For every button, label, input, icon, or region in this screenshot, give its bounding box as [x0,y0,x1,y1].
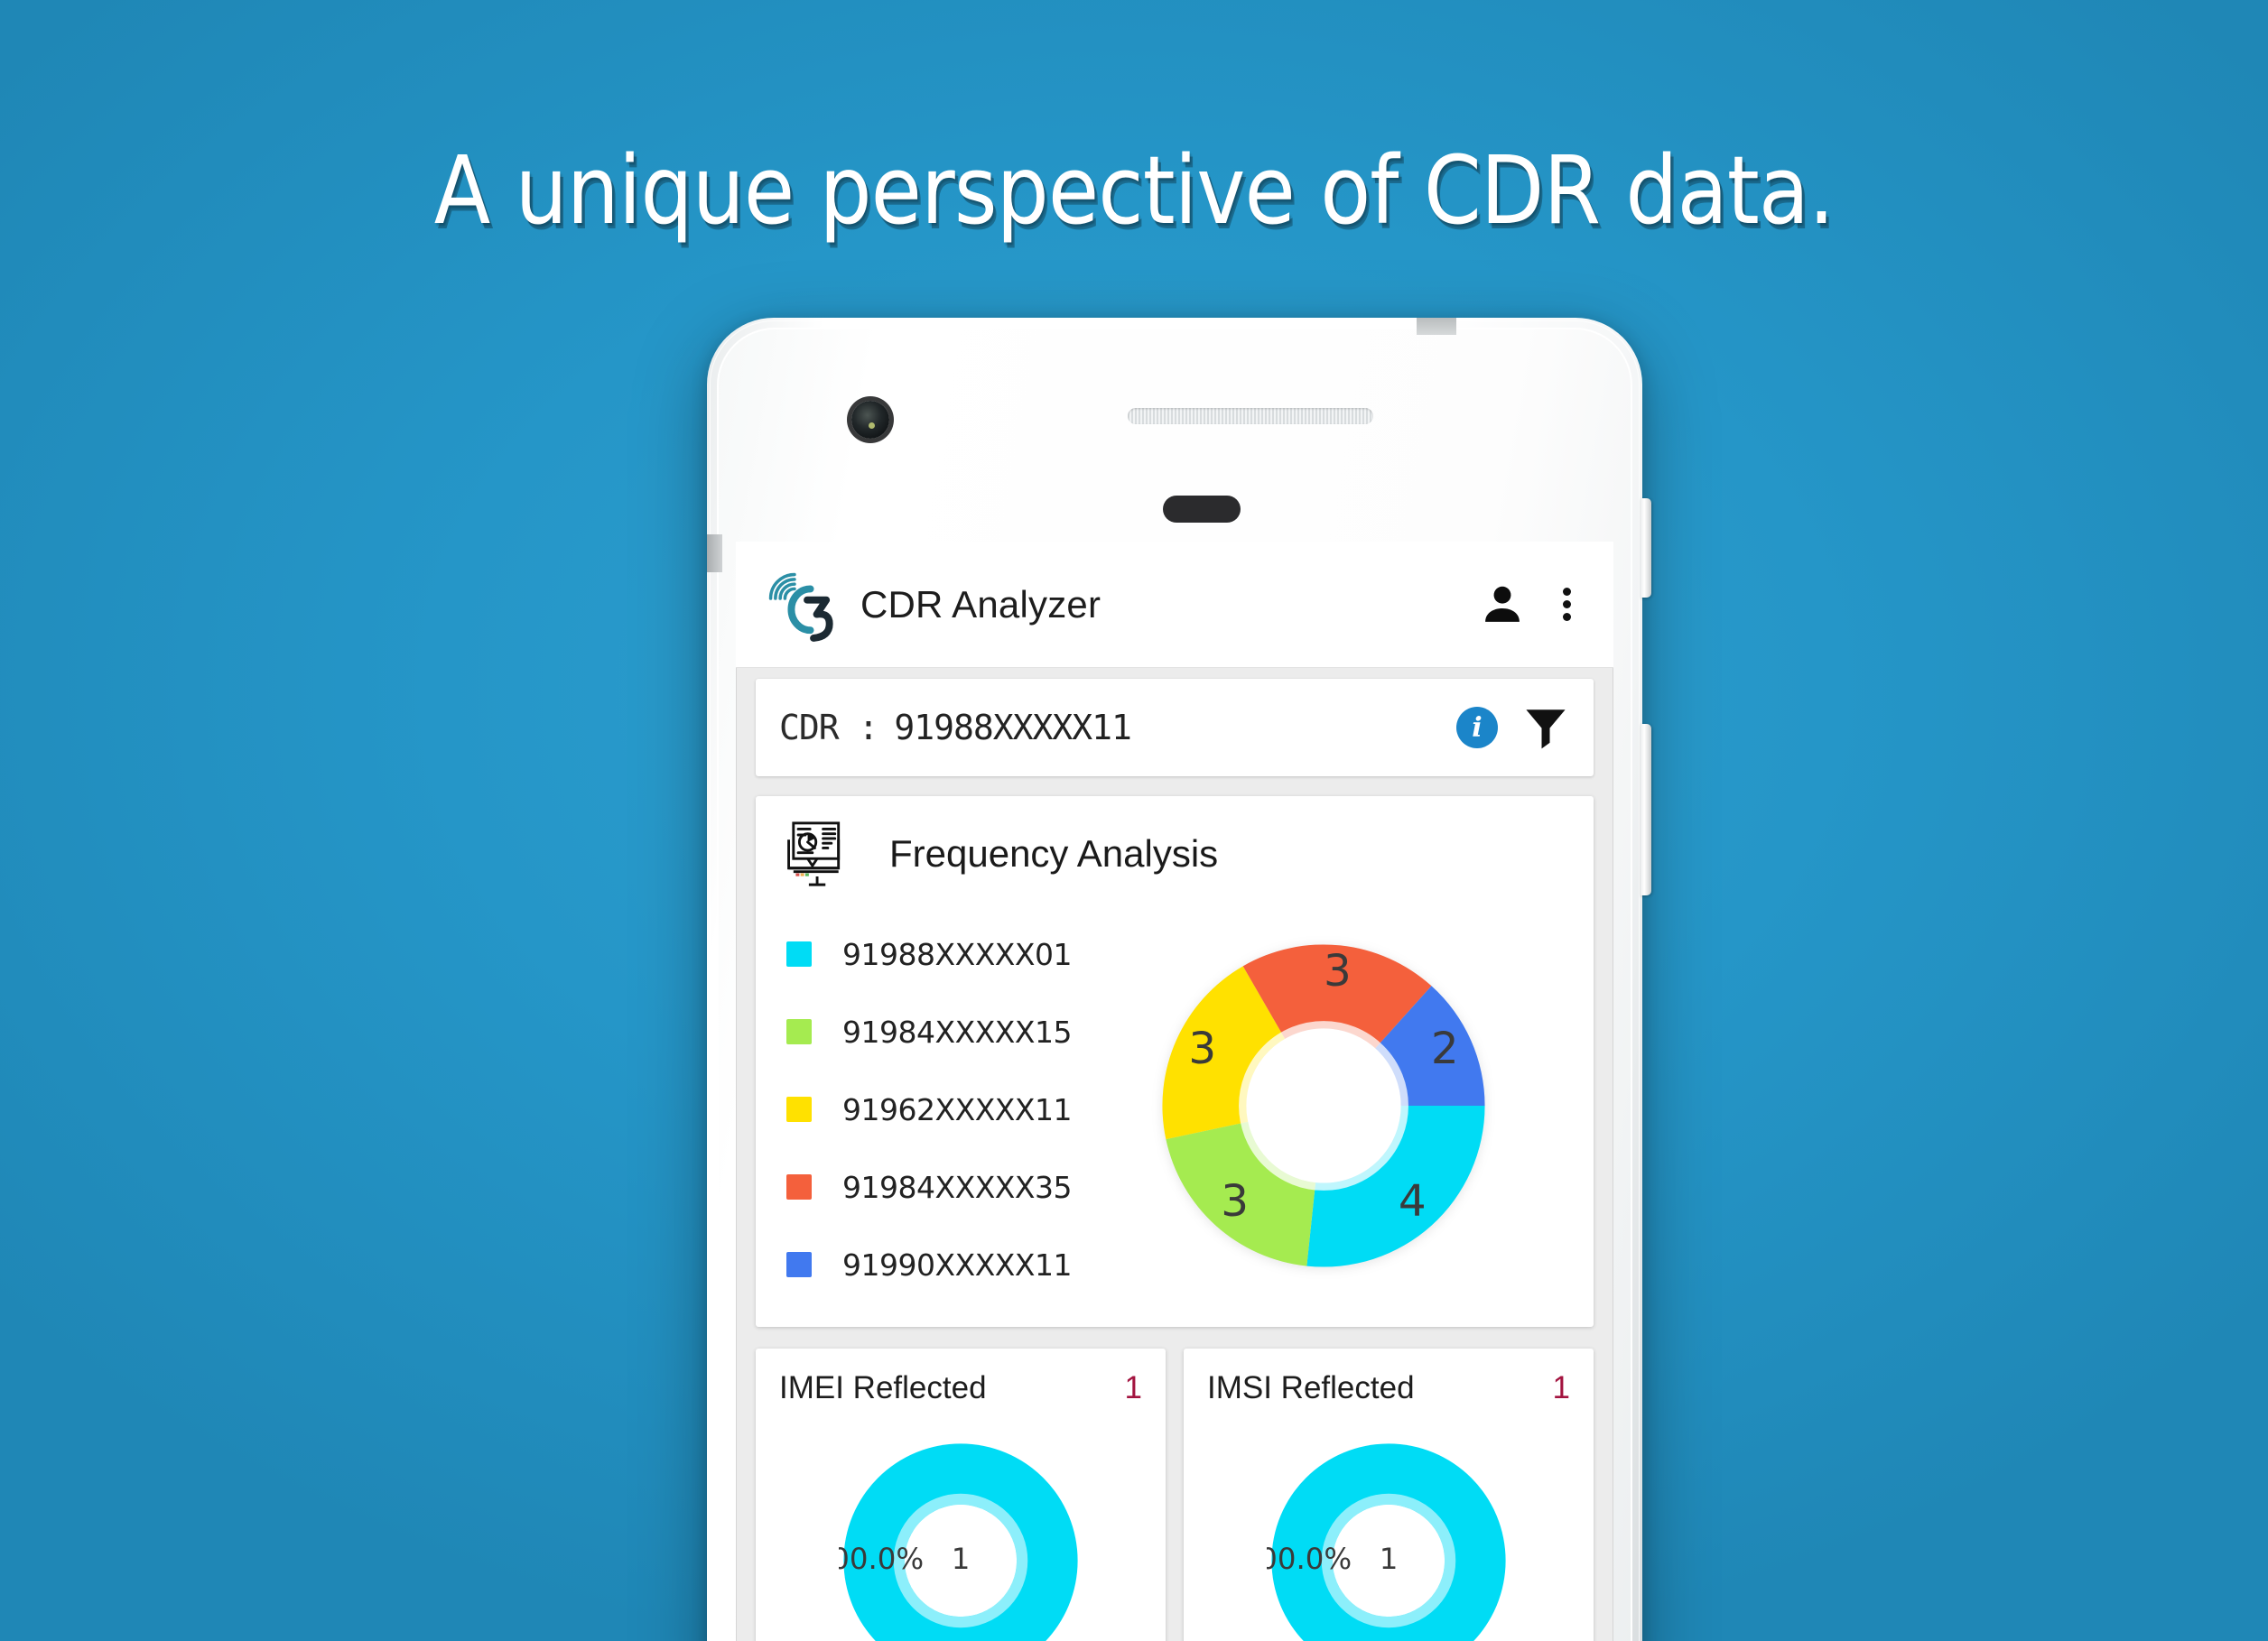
legend-label: 91988XXXXX01 [842,936,1073,972]
imei-percent-label: 100.0% [839,1542,924,1576]
legend-swatch-icon [786,1019,812,1044]
promo-stage: A unique perspective of CDR data. CDR An… [0,0,2268,1641]
legend-swatch-icon [786,1252,812,1277]
cdr-bar-container: CDR : 91988XXXXX11 i [736,668,1613,776]
info-icon[interactable]: i [1456,707,1498,748]
earpiece-speaker [1128,408,1373,424]
donut-slice-label: 2 [1431,1024,1459,1074]
app-title: CDR Analyzer [860,582,1101,626]
legend-swatch-icon [786,941,812,967]
legend-item[interactable]: 91962XXXXX11 [786,1071,1073,1148]
cdr-value[interactable]: 91988XXXXX11 [894,708,1456,747]
person-icon[interactable] [1474,577,1530,633]
imei-reflected-card: IMEI Reflected 1 100.0% 1 [756,1349,1166,1641]
donut-slice-label: 3 [1188,1024,1216,1074]
imei-reflected-title: IMEI Reflected [779,1370,987,1405]
frequency-card-title: Frequency Analysis [889,832,1219,875]
chart-legend: 91988XXXXX01 91984XXXXX15 91962XXXXX11 9… [774,908,1073,1303]
imei-center-label: 1 [952,1542,971,1576]
promo-headline: A unique perspective of CDR data. [433,135,1835,246]
imei-donut-chart[interactable]: 100.0% 1 [813,1439,1083,1641]
cdr-bar[interactable]: CDR : 91988XXXXX11 i [756,679,1594,776]
phone-mockup: CDR Analyzer CDR : 91988XXXXX11 i Freque… [707,318,1651,1641]
proximity-sensor [1163,496,1241,523]
legend-item[interactable]: 91990XXXXX11 [786,1226,1073,1303]
frequency-card-body: 91988XXXXX01 91984XXXXX15 91962XXXXX11 9… [774,908,1576,1303]
antenna-band-left [707,534,722,572]
legend-label: 91984XXXXX35 [842,1169,1073,1205]
c5-logo-icon [761,565,841,644]
frequency-card-header: Frequency Analysis [774,816,1576,892]
legend-item[interactable]: 91988XXXXX01 [786,915,1073,993]
legend-label: 91990XXXXX11 [842,1247,1073,1283]
frequency-analysis-card: Frequency Analysis 91988XXXXX01 91984XXX… [756,796,1594,1327]
legend-item[interactable]: 91984XXXXX35 [786,1148,1073,1226]
phone-screen: CDR Analyzer CDR : 91988XXXXX11 i Freque… [736,542,1613,1641]
reflected-cards-row: IMEI Reflected 1 100.0% 1 [756,1349,1594,1641]
imei-reflected-count: 1 [1124,1370,1142,1405]
power-button[interactable] [1641,498,1651,598]
front-camera-icon [851,401,889,439]
donut-slice-label: 4 [1399,1176,1427,1227]
donut-slice-label: 3 [1221,1176,1249,1227]
legend-swatch-icon [786,1174,812,1200]
card-header: IMSI Reflected 1 [1207,1370,1570,1406]
legend-label: 91984XXXXX15 [842,1014,1073,1050]
volume-button[interactable] [1641,724,1651,895]
frequency-donut-chart[interactable]: 4 3 3 3 2 [1156,938,1492,1274]
analytics-report-icon [783,816,859,892]
imsi-donut-chart[interactable]: 100.0% 1 [1241,1439,1510,1641]
donut-chart-container: 4 3 3 3 2 [1072,925,1576,1286]
overflow-menu-icon[interactable] [1548,577,1585,633]
imsi-reflected-title: IMSI Reflected [1207,1370,1415,1405]
donut-slice-label: 3 [1324,946,1352,997]
cdr-label: CDR : [779,708,878,747]
filter-funnel-icon[interactable] [1521,703,1570,752]
imsi-percent-label: 100.0% [1267,1542,1352,1576]
legend-swatch-icon [786,1097,812,1122]
antenna-band-top [1417,318,1456,335]
imsi-center-label: 1 [1380,1542,1399,1576]
imsi-reflected-count: 1 [1552,1370,1570,1405]
mini-donut-container: 100.0% 1 [1184,1439,1594,1641]
legend-item[interactable]: 91984XXXXX15 [786,993,1073,1071]
app-bar: CDR Analyzer [736,542,1613,668]
mini-donut-container: 100.0% 1 [756,1439,1166,1641]
imsi-reflected-card: IMSI Reflected 1 100.0% 1 [1184,1349,1594,1641]
card-header: IMEI Reflected 1 [779,1370,1142,1406]
legend-label: 91962XXXXX11 [842,1091,1073,1127]
